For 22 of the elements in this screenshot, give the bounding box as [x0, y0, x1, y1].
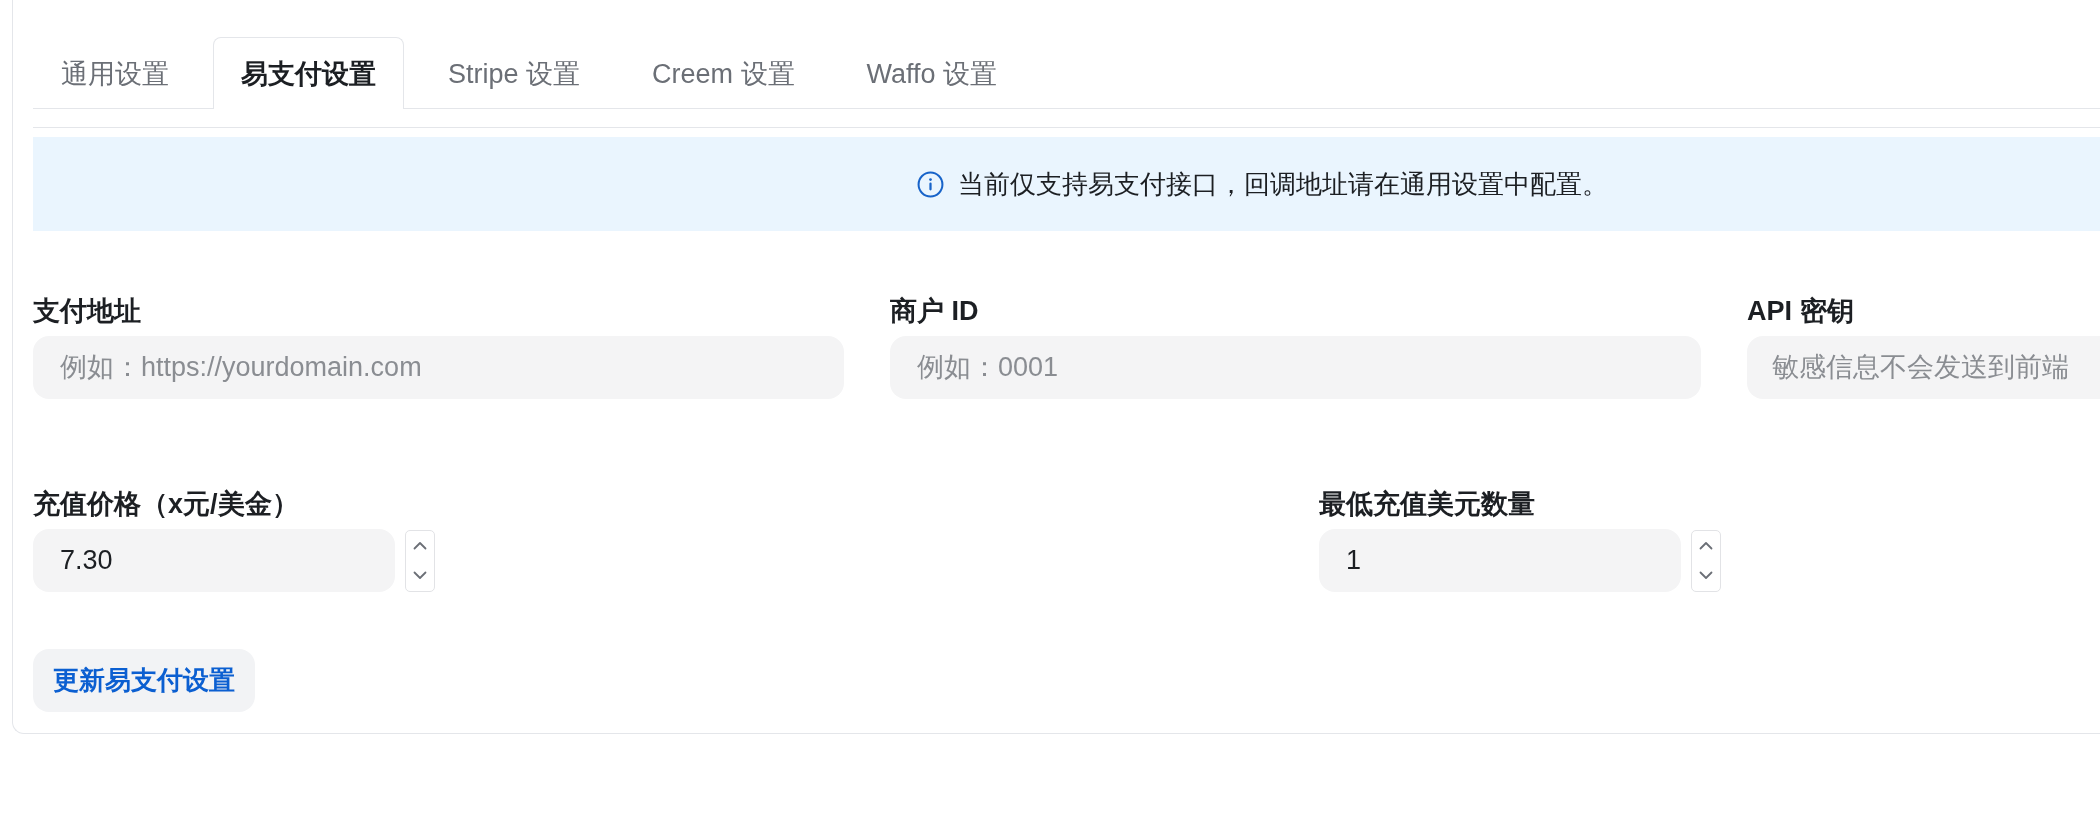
- number-input[interactable]: 1: [1319, 529, 1681, 592]
- tab[interactable]: 易支付设置: [213, 37, 404, 109]
- field-label: 商户 ID: [890, 295, 979, 328]
- tab[interactable]: Stripe 设置: [420, 37, 609, 109]
- info-icon: [917, 170, 944, 198]
- field-label: 支付地址: [33, 295, 141, 328]
- tab[interactable]: 通用设置: [33, 37, 197, 109]
- input-field[interactable]: 敏感信息不会发送到前端: [1747, 336, 2100, 399]
- input-field[interactable]: 例如：0001: [890, 336, 1701, 399]
- chevron-down-icon[interactable]: [1699, 571, 1713, 580]
- update-settings-button[interactable]: 更新易支付设置: [33, 649, 255, 712]
- field-label: 充值价格（x元/美金）: [33, 488, 299, 521]
- tab[interactable]: Creem 设置: [624, 37, 823, 109]
- chevron-up-icon[interactable]: [413, 541, 427, 550]
- field-label: 最低充值美元数量: [1319, 488, 1535, 521]
- chevron-up-icon[interactable]: [1699, 541, 1713, 550]
- tab[interactable]: Waffo 设置: [838, 37, 1026, 109]
- input-field[interactable]: 例如：https://yourdomain.com: [33, 336, 844, 399]
- field-label: API 密钥: [1747, 295, 1854, 328]
- info-message: 当前仅支持易支付接口，回调地址请在通用设置中配置。: [958, 167, 1608, 201]
- number-input[interactable]: 7.30: [33, 529, 395, 592]
- chevron-down-icon[interactable]: [413, 571, 427, 580]
